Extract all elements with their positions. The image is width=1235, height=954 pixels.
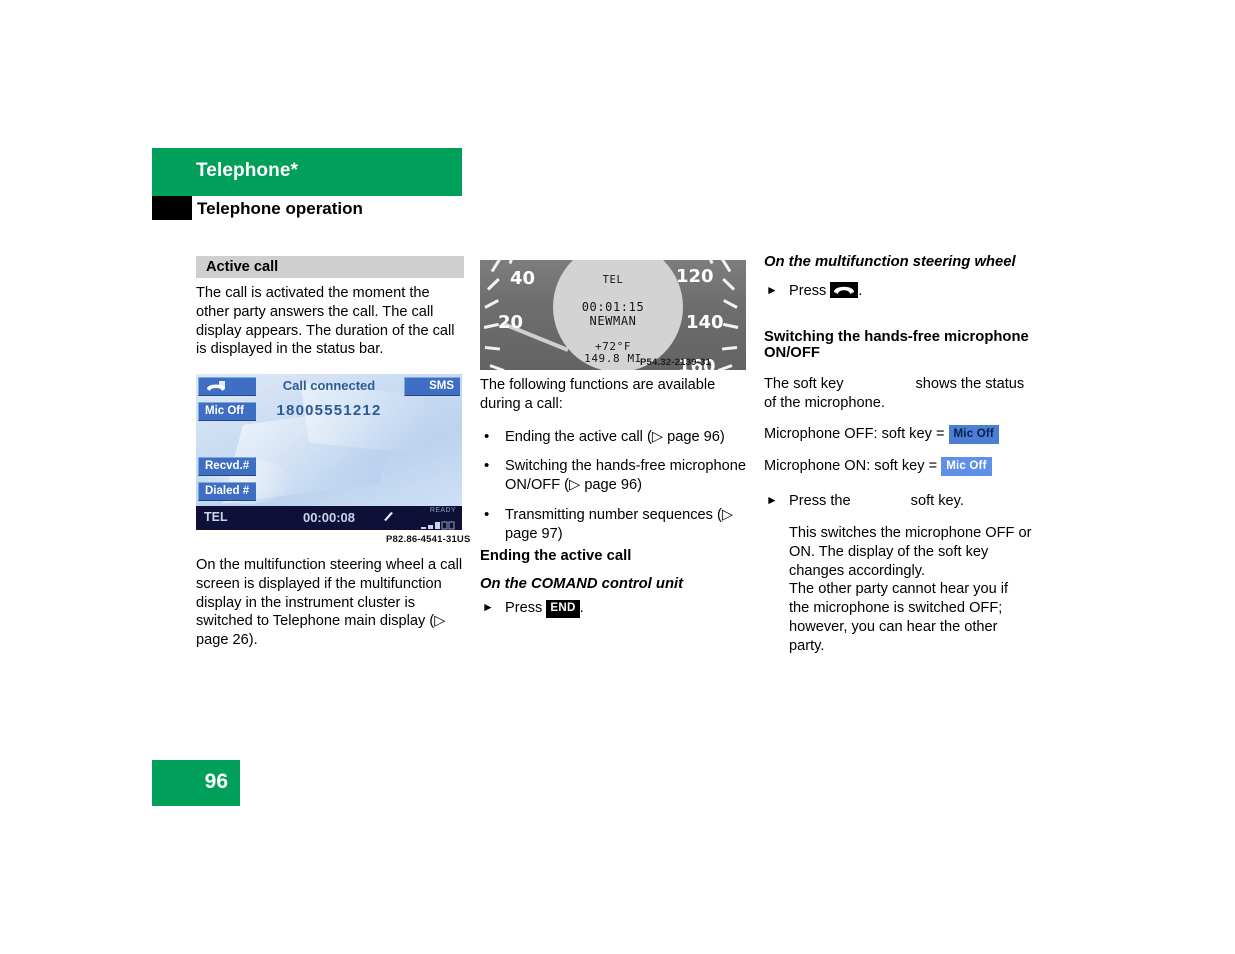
period: . (858, 283, 863, 299)
page-number: 96 (204, 770, 228, 793)
softkey-phone-icon[interactable] (198, 377, 256, 396)
left-column-lower: On the multifunction steering wheel a ca… (196, 556, 464, 650)
microphone-on-line: Microphone ON: soft key = Mic Off (764, 457, 1032, 477)
explanation-paragraph-1: This switches the microphone OFF or ON. … (789, 524, 1032, 579)
softkey-status-paragraph: The soft key shows the status of the micr… (764, 375, 1032, 413)
press-the-label: Press the (789, 493, 851, 510)
press-softkey-action: ► Press the soft key. (764, 492, 1032, 511)
ending-call-heading: Ending the active call (480, 548, 632, 564)
softkey-dialed-numbers[interactable]: Dialed # (198, 482, 256, 501)
list-item: Transmitting number sequences (▷ page 97… (480, 505, 748, 544)
mic-off-badge-light[interactable]: Mic Off (941, 457, 992, 477)
press-label: Press (789, 283, 827, 299)
comand-screen-figure: Call connected 18005551212 Mic Off Recvd… (196, 374, 462, 530)
handset-icon (382, 509, 394, 527)
list-item: Ending the active call (▷ page 96) (480, 427, 748, 447)
softkey-received-numbers[interactable]: Recvd.# (198, 457, 256, 476)
steering-wheel-subheading: On the multifunction steering wheel (764, 254, 1016, 270)
softkey-sms[interactable]: SMS (404, 377, 460, 396)
functions-intro: The following functions are available du… (480, 377, 716, 412)
microphone-off-line: Microphone OFF: soft key = Mic Off (764, 425, 1032, 445)
explanation-paragraph-2: The other party cannot hear you if the m… (789, 581, 1009, 654)
right-column: On the multifunction steering wheel ► Pr… (764, 254, 1032, 656)
comand-unit-subheading: On the COMAND control unit (480, 576, 684, 592)
action-arrow-icon: ► (482, 600, 494, 614)
functions-list: Ending the active call (▷ page 96) Switc… (480, 427, 748, 544)
status-bar-ready-label: READY (429, 507, 456, 514)
action-arrow-icon: ► (766, 493, 778, 508)
softkey-mic-off[interactable]: Mic Off (198, 402, 256, 421)
cluster-duration: 00:01:15 (581, 300, 645, 314)
soft-key-label: soft key. (910, 493, 964, 510)
phone-handset-icon (207, 381, 225, 391)
chapter-title: Telephone* (196, 160, 298, 181)
section-title: Telephone operation (197, 199, 363, 218)
action-arrow-icon: ► (766, 283, 778, 297)
microphone-on-label: Microphone ON: soft key = (764, 458, 938, 475)
press-handset-action: ► Press . (764, 282, 1032, 301)
list-item: Switching the hands-free microphone ON/O… (480, 456, 748, 495)
period: . (579, 600, 584, 616)
comand-status-bar: TEL 00:00:08 READY (196, 506, 462, 530)
left-column: Active call The call is activated the mo… (196, 256, 464, 359)
softkey-text-part1: The soft key (764, 375, 844, 392)
middle-figure-caption: P54.32-2139-31 (640, 357, 711, 368)
middle-column: The following functions are available du… (480, 376, 748, 555)
middle-column-lower: Ending the active call On the COMAND con… (480, 548, 748, 618)
instrument-cluster-figure: 40 20 120 140 160 TEL 00:01:15 NEWMAN +7… (480, 260, 746, 370)
section-marker (152, 196, 192, 220)
cluster-tel-label: TEL (602, 274, 624, 286)
cluster-caller-name: NEWMAN (589, 314, 637, 328)
signal-bars-icon (421, 517, 457, 530)
multifunction-paragraph: On the multifunction steering wheel a ca… (196, 557, 463, 649)
handset-key-icon[interactable] (830, 282, 859, 298)
left-figure-caption: P82.86-4541-31US (386, 534, 471, 545)
active-call-heading: Active call (196, 256, 464, 278)
mic-off-badge-dark[interactable]: Mic Off (948, 425, 999, 445)
press-end-action: ► Press END. (480, 599, 748, 618)
mic-switching-heading: Switching the hands-free microphone ON/O… (764, 328, 1029, 361)
press-label: Press (505, 600, 543, 616)
active-call-paragraph: The call is activated the moment the oth… (196, 285, 455, 358)
microphone-off-label: Microphone OFF: soft key = (764, 426, 945, 443)
end-key[interactable]: END (546, 600, 580, 618)
